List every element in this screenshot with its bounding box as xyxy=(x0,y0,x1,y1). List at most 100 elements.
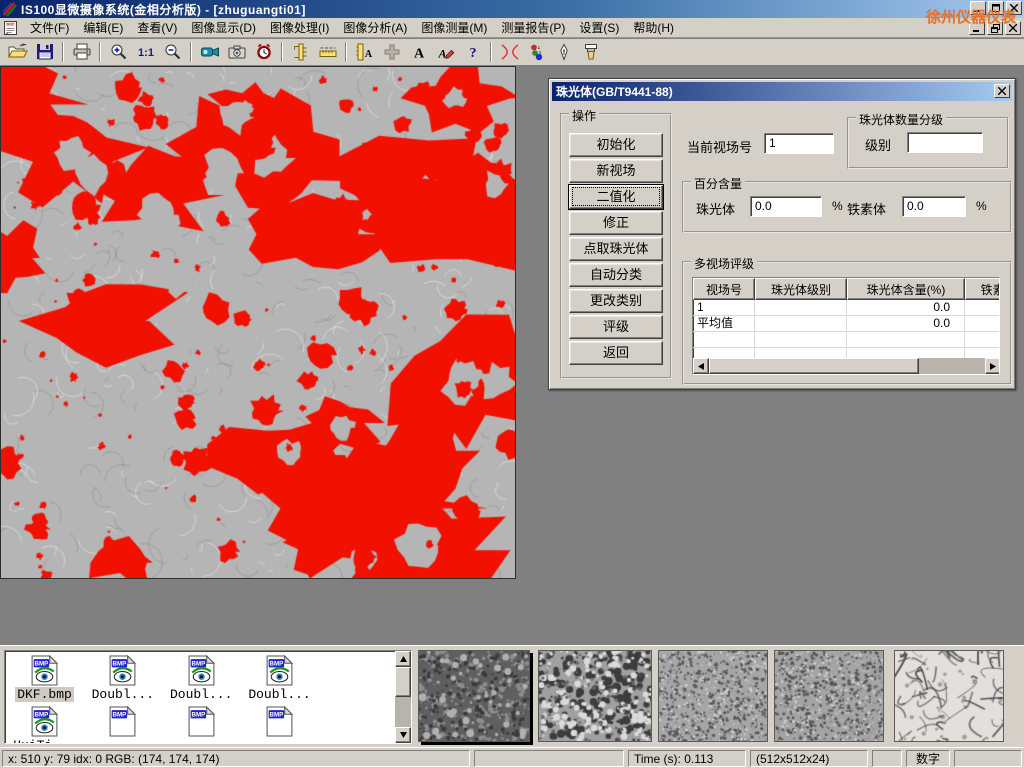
grid-cross-button[interactable] xyxy=(378,41,405,64)
close-button[interactable] xyxy=(1006,1,1022,15)
svg-text:1: 1 xyxy=(537,45,540,50)
file-item[interactable]: BMP DKF.bmp xyxy=(7,655,82,702)
photo-capture-icon xyxy=(227,43,247,61)
change-class-button[interactable]: 更改类别 xyxy=(569,289,663,313)
scrollbar-thumb[interactable] xyxy=(395,667,411,697)
mdi-restore-button[interactable] xyxy=(987,21,1003,35)
file-item[interactable]: BMP Doubl... xyxy=(164,655,239,702)
menu-file[interactable]: 文件(F) xyxy=(23,17,76,38)
caliper-button[interactable] xyxy=(287,41,314,64)
table-row[interactable]: 1 0.0 xyxy=(693,300,999,316)
menu-settings[interactable]: 设置(S) xyxy=(572,17,626,38)
photo-capture-button[interactable] xyxy=(223,41,250,64)
rating-table-header: 视场号 珠光体级别 珠光体含量(%) 铁素体含量(%) xyxy=(693,278,999,300)
scroll-right-arrow-icon[interactable] xyxy=(985,358,1000,374)
file-item-partial[interactable]: BMP xyxy=(85,706,160,737)
scroll-down-arrow-icon[interactable] xyxy=(395,727,411,743)
pen-button[interactable] xyxy=(550,41,577,64)
pick-pearlite-button[interactable]: 点取珠光体 xyxy=(569,237,663,261)
application-window: IS100显微摄像系统(金相分析版) - [zhuguangti01] 徐州仪器… xyxy=(0,0,1024,768)
file-list[interactable]: BMP DKF.bmp BMP Doubl... BMP Doubl... BM… xyxy=(4,650,412,744)
bmp-file-icon: BMP xyxy=(188,706,215,737)
brush-button[interactable] xyxy=(577,41,604,64)
file-item-partial[interactable]: BMP xyxy=(242,706,317,737)
initialize-button[interactable]: 初始化 xyxy=(569,133,663,157)
scroll-left-arrow-icon[interactable] xyxy=(693,358,709,374)
file-list-scrollbar[interactable] xyxy=(395,651,411,743)
svg-text:BMP: BMP xyxy=(113,712,127,719)
minimize-button[interactable] xyxy=(970,1,986,15)
curve-erase-button[interactable] xyxy=(496,41,523,64)
rate-button[interactable]: 评级 xyxy=(569,315,663,339)
scrollbar-thumb[interactable] xyxy=(709,358,919,374)
col-pearlite-grade: 珠光体级别 xyxy=(755,278,847,300)
actual-size-button[interactable]: 1:1 xyxy=(132,41,159,64)
menu-help[interactable]: 帮助(H) xyxy=(626,17,681,38)
menu-edit[interactable]: 编辑(E) xyxy=(76,17,130,38)
grading-group: 珠光体数量分级 级别 xyxy=(847,117,1009,169)
scroll-up-arrow-icon[interactable] xyxy=(395,651,411,667)
scrollbar-track[interactable] xyxy=(919,358,985,374)
print-button[interactable] xyxy=(68,41,95,64)
ruler-button[interactable] xyxy=(314,41,341,64)
zoom-in-button[interactable] xyxy=(105,41,132,64)
table-row[interactable]: 平均值 0.0 xyxy=(693,316,999,332)
operation-group: 操作 初始化 新视场 二值化 修正 点取珠光体 自动分类 更改类别 评级 返回 xyxy=(560,113,672,379)
menu-measure-report[interactable]: 测量报告(P) xyxy=(494,17,572,38)
multi-field-group: 多视场评级 视场号 珠光体级别 珠光体含量(%) 铁素体含量(%) 1 0.0 xyxy=(682,261,1012,385)
thumbnail-image-4[interactable] xyxy=(774,650,884,742)
thumbnail-image-3[interactable] xyxy=(658,650,768,742)
brush-icon xyxy=(581,43,601,61)
help-button[interactable]: ? xyxy=(459,41,486,64)
dialog-title-bar[interactable]: 珠光体(GB/T9441-88) xyxy=(552,82,1012,101)
save-button[interactable] xyxy=(31,41,58,64)
mdi-minimize-button[interactable] xyxy=(969,21,985,35)
ferrite-percent-input[interactable]: 0.0 xyxy=(902,196,966,217)
svg-text:DOC: DOC xyxy=(7,22,15,26)
annotate-button[interactable]: A xyxy=(432,41,459,64)
menu-image-measure[interactable]: 图像测量(M) xyxy=(414,17,494,38)
svg-text:BMP: BMP xyxy=(270,661,284,668)
menu-image-analysis[interactable]: 图像分析(A) xyxy=(336,17,414,38)
menu-image-display[interactable]: 图像显示(D) xyxy=(184,17,263,38)
grade-level-input[interactable] xyxy=(907,132,983,153)
file-item-partial[interactable]: BMP xyxy=(164,706,239,737)
document-icon[interactable]: DOC xyxy=(3,20,19,36)
pearlite-dialog[interactable]: 珠光体(GB/T9441-88) 操作 初始化 新视场 二值化 修正 点取珠光体… xyxy=(548,78,1016,390)
ruler-icon xyxy=(318,43,338,61)
micrograph-image-binarized[interactable] xyxy=(0,66,516,579)
maximize-button[interactable] xyxy=(988,1,1004,15)
elapsed-time-readout: Time (s): 0.113 xyxy=(628,750,746,767)
grading-group-label: 珠光体数量分级 xyxy=(856,111,946,128)
table-horizontal-scrollbar[interactable] xyxy=(693,358,1000,374)
mdi-close-button[interactable] xyxy=(1005,21,1021,35)
timer-button[interactable] xyxy=(250,41,277,64)
video-capture-button[interactable] xyxy=(196,41,223,64)
rating-table[interactable]: 视场号 珠光体级别 珠光体含量(%) 铁素体含量(%) 1 0.0 平均值 xyxy=(692,277,1000,375)
file-item[interactable]: BMP Doubl... xyxy=(242,655,317,702)
classify-points-button[interactable]: 1 3 xyxy=(523,41,550,64)
menu-view[interactable]: 查看(V) xyxy=(130,17,184,38)
pearlite-percent-input[interactable]: 0.0 xyxy=(750,196,822,217)
new-field-button[interactable]: 新视场 xyxy=(569,159,663,183)
binarize-button[interactable]: 二值化 xyxy=(569,185,663,209)
measure-text-button[interactable]: A xyxy=(351,41,378,64)
pearlite-percent-sign: % xyxy=(832,199,843,213)
thumbnail-image-1[interactable] xyxy=(418,650,530,742)
text-button[interactable]: A xyxy=(405,41,432,64)
file-name: Doubl... xyxy=(168,687,234,702)
current-field-input[interactable]: 1 xyxy=(764,133,834,154)
file-item[interactable]: BMP Doubl... xyxy=(85,655,160,702)
open-button[interactable] xyxy=(4,41,31,64)
file-item[interactable]: BMP HuiTi... xyxy=(7,706,82,744)
thumbnail-image-5[interactable] xyxy=(894,650,1004,742)
title-bar[interactable]: IS100显微摄像系统(金相分析版) - [zhuguangti01] xyxy=(0,0,1024,18)
zoom-in-icon xyxy=(109,43,129,61)
menu-image-process[interactable]: 图像处理(I) xyxy=(263,17,336,38)
return-button[interactable]: 返回 xyxy=(569,341,663,365)
correct-button[interactable]: 修正 xyxy=(569,211,663,235)
dialog-close-button[interactable] xyxy=(994,84,1010,98)
zoom-out-button[interactable] xyxy=(159,41,186,64)
auto-classify-button[interactable]: 自动分类 xyxy=(569,263,663,287)
thumbnail-image-2[interactable] xyxy=(538,650,652,742)
